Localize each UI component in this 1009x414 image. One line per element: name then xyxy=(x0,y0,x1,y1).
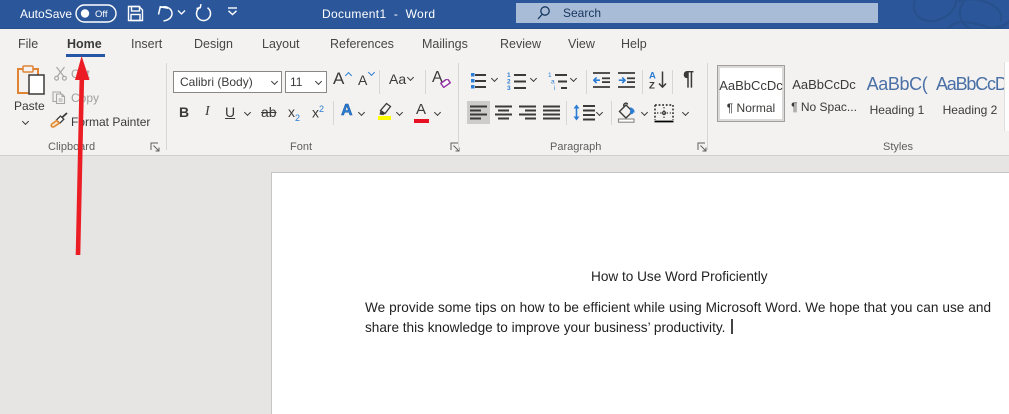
svg-text:Z: Z xyxy=(649,81,655,91)
svg-text:3: 3 xyxy=(507,85,511,90)
svg-text:Off: Off xyxy=(95,9,108,20)
svg-text:i: i xyxy=(554,85,555,90)
